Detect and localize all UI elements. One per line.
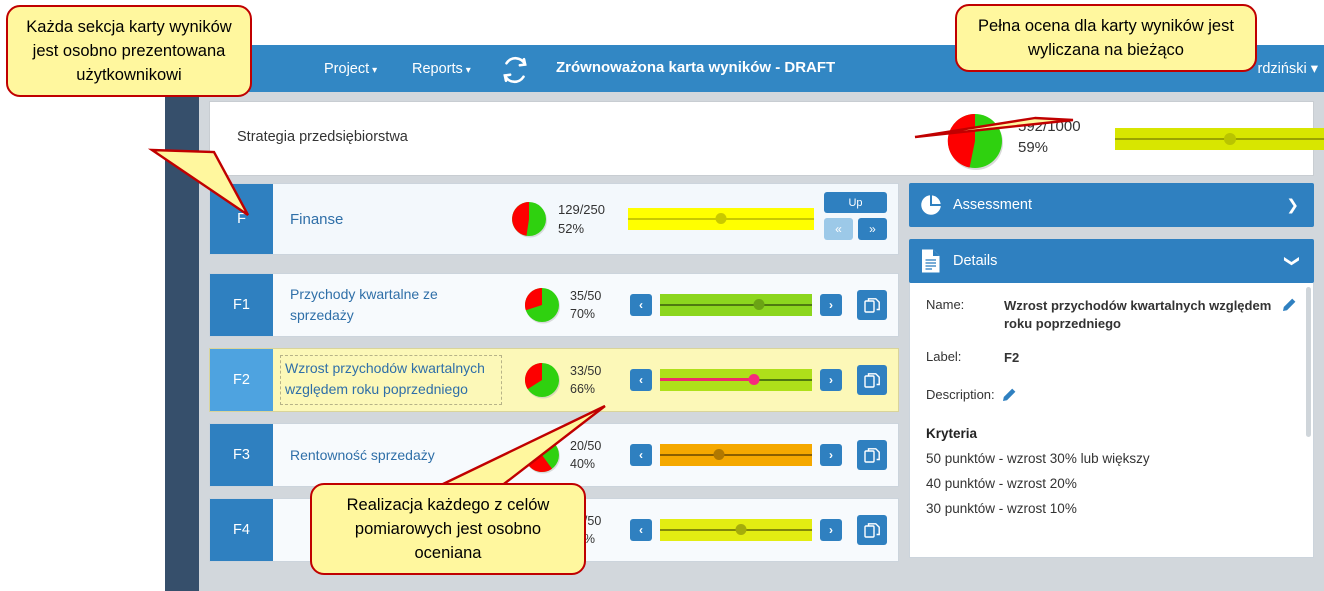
callout-3-text: Realizacja każdego z celów pomiarowych j… [346, 496, 550, 562]
callout-1-text: Każda sekcja karty wyników jest osobno p… [26, 18, 232, 84]
callout-2: Pełna ocena dla karty wyników jest wylic… [955, 4, 1257, 72]
callout-1: Każda sekcja karty wyników jest osobno p… [6, 5, 252, 97]
callout-3: Realizacja każdego z celów pomiarowych j… [310, 483, 586, 575]
callout-2-text: Pełna ocena dla karty wyników jest wylic… [978, 17, 1234, 59]
